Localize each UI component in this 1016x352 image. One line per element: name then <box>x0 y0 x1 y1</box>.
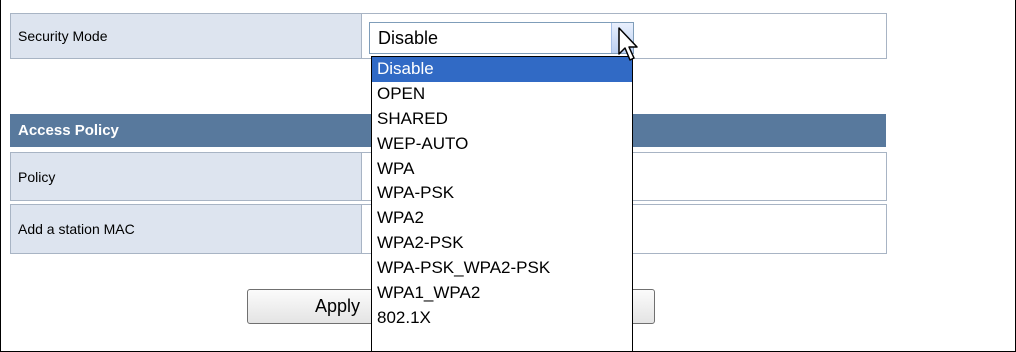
station-mac-label: Add a station MAC <box>10 204 362 254</box>
dropdown-option-wpa-psk[interactable]: WPA-PSK <box>372 181 632 206</box>
security-mode-dropdown-list: Disable OPEN SHARED WEP-AUTO WPA WPA-PSK… <box>371 56 633 352</box>
settings-panel: Security Mode Disable ▼ Access Policy Po… <box>0 0 1016 352</box>
dropdown-option-open[interactable]: OPEN <box>372 82 632 107</box>
policy-label: Policy <box>10 152 362 201</box>
dropdown-option-shared[interactable]: SHARED <box>372 107 632 132</box>
dropdown-option-wpa-psk-wpa2-psk[interactable]: WPA-PSK_WPA2-PSK <box>372 256 632 281</box>
dropdown-option-wpa[interactable]: WPA <box>372 157 632 182</box>
security-mode-label: Security Mode <box>10 13 362 59</box>
dropdown-option-disable[interactable]: Disable <box>372 57 632 82</box>
dropdown-option-wpa2-psk[interactable]: WPA2-PSK <box>372 231 632 256</box>
security-mode-select[interactable]: Disable ▼ <box>369 22 634 54</box>
security-mode-selected-value: Disable <box>378 27 439 48</box>
mouse-cursor-icon <box>618 27 638 61</box>
dropdown-option-wep-auto[interactable]: WEP-AUTO <box>372 132 632 157</box>
dropdown-option-wpa2[interactable]: WPA2 <box>372 206 632 231</box>
dropdown-option-802-1x[interactable]: 802.1X <box>372 306 632 331</box>
dropdown-option-wpa1-wpa2[interactable]: WPA1_WPA2 <box>372 281 632 306</box>
